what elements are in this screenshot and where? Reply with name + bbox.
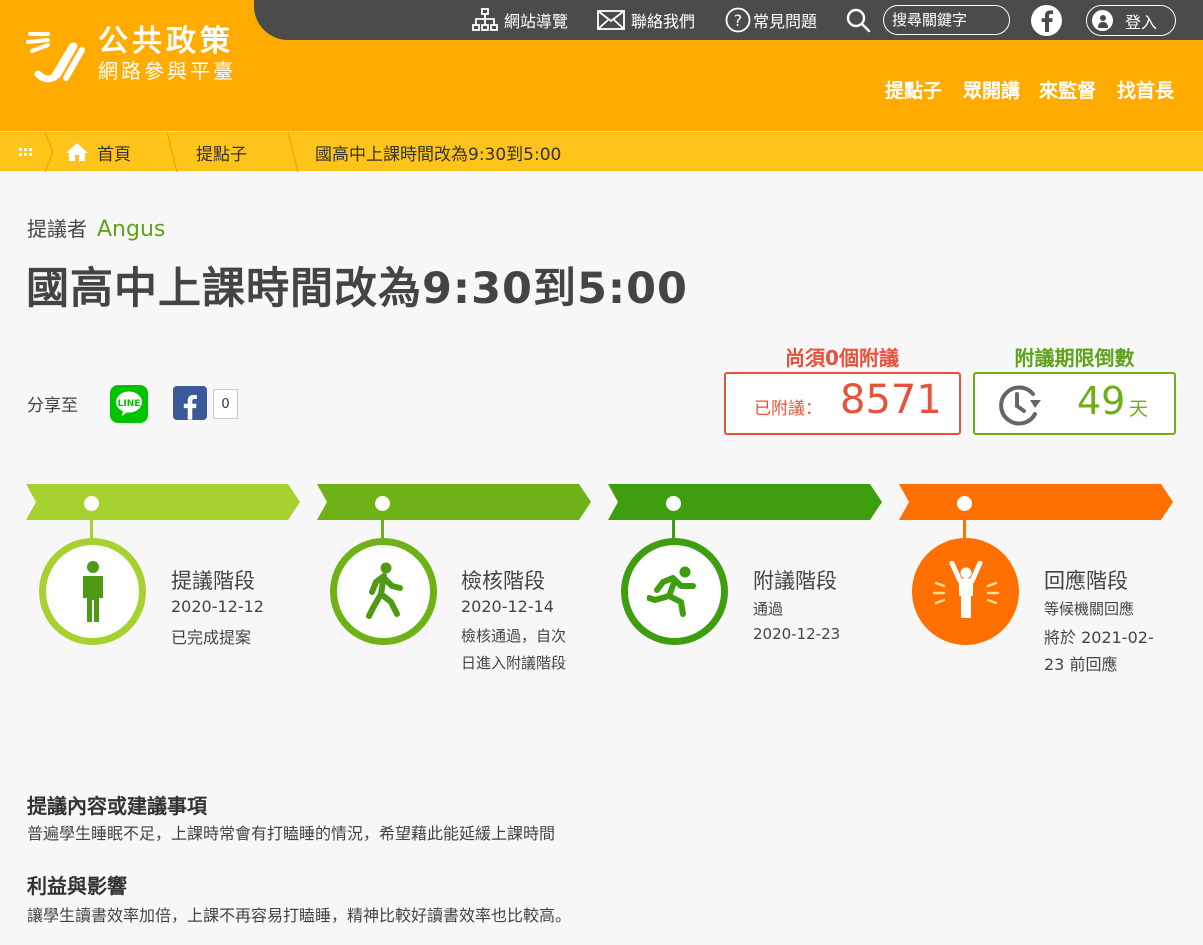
search-input[interactable]: [883, 5, 1010, 35]
line-icon: LINE: [116, 391, 142, 416]
share-facebook-button[interactable]: [173, 386, 207, 420]
stage-3-date: 2020-12-23: [753, 625, 841, 643]
stage-4-title: 回應階段: [1044, 569, 1128, 593]
logo-mark-icon: [26, 32, 85, 83]
stage-4-stem: [963, 519, 966, 540]
breadcrumb: 首頁 提點子 國高中上課時間改為9:30到5:00: [0, 131, 1203, 173]
days-unit: 天: [1129, 398, 1149, 420]
breadcrumb-divider: [287, 131, 299, 176]
proposer-name: Angus: [97, 217, 166, 242]
stage-4-due-2: 23 前回應: [1044, 655, 1118, 674]
question-icon: ?: [725, 7, 751, 33]
stage-4-status: 等候機關回應: [1044, 600, 1135, 618]
stage-1-status: 已完成提案: [171, 628, 252, 647]
nav-propose[interactable]: 提點子: [885, 76, 942, 103]
benefit-impact-title: 利益與影響: [27, 874, 127, 898]
seconded-label: 已附議：: [754, 399, 822, 419]
deadline-box: 49 天: [973, 372, 1176, 435]
stage-2-status: 檢核通過，自次: [461, 627, 567, 645]
page-title: 國高中上課時間改為9:30到5:00: [26, 264, 688, 314]
stage-1-dot: [84, 496, 99, 511]
facebook-share-count: 0: [213, 389, 238, 419]
breadcrumb-divider: [166, 131, 178, 176]
sitemap-link[interactable]: 網站導覽: [472, 6, 568, 34]
login-button[interactable]: 登入: [1086, 5, 1176, 36]
cheering-person-icon: [912, 538, 1019, 645]
remaining-seconds-label: 尚須0個附議: [785, 346, 899, 370]
mail-icon: [597, 10, 625, 30]
breadcrumb-divider: [44, 131, 54, 176]
proposal-content-text: 普遍學生睡眠不足，上課時常會有打瞌睡的情況，希望藉此能延緩上課時間: [27, 824, 556, 843]
stage-2-status-2: 日進入附議階段: [461, 654, 567, 672]
stage-1-title: 提議階段: [171, 569, 255, 593]
proposal-content-title: 提議內容或建議事項: [27, 794, 207, 818]
share-label: 分享至: [27, 396, 78, 416]
stage-3-status: 通過: [753, 600, 784, 618]
login-label: 登入: [1125, 12, 1158, 32]
stage-2-title: 檢核階段: [461, 569, 545, 593]
facebook-icon: [183, 394, 197, 420]
stage-4-due: 將於 2021-02-: [1044, 628, 1154, 647]
breadcrumb-home-label: 首頁: [97, 144, 131, 165]
facebook-link[interactable]: [1031, 5, 1062, 36]
breadcrumb-current: 國高中上課時間改為9:30到5:00: [315, 132, 561, 172]
stage-3-arrow: [608, 484, 882, 520]
home-icon: [66, 143, 88, 161]
svg-text:LINE: LINE: [118, 399, 141, 409]
stage-2-stem: [381, 519, 384, 540]
search-icon: [845, 7, 871, 33]
walking-person-icon: [330, 538, 437, 645]
proposer-label: 提議者: [27, 217, 87, 241]
stage-2-date: 2020-12-14: [461, 597, 554, 616]
stage-1-stem: [90, 519, 93, 540]
stage-4-dot: [957, 496, 972, 511]
stage-2-arrow: [317, 484, 591, 520]
breadcrumb-current-label: 國高中上課時間改為9:30到5:00: [315, 144, 562, 165]
seconded-count: 8571: [840, 377, 942, 423]
breadcrumb-propose-label: 提點子: [196, 144, 247, 165]
running-person-icon: [621, 538, 728, 645]
stage-3-title: 附議階段: [753, 569, 837, 593]
nav-supervise[interactable]: 來監督: [1039, 76, 1096, 103]
share-line-button[interactable]: LINE: [110, 385, 148, 423]
nav-discuss[interactable]: 眾開講: [963, 76, 1020, 103]
facebook-icon: [1041, 9, 1053, 32]
sitemap-label: 網站導覽: [504, 12, 569, 31]
seconded-count-box: 已附議： 8571: [724, 372, 961, 435]
sitemap-icon: [472, 8, 498, 32]
stage-1-arrow: [26, 484, 300, 520]
stage-1-date: 2020-12-12: [171, 597, 264, 616]
stage-3-stem: [672, 519, 675, 540]
breadcrumb-propose[interactable]: 提點子: [196, 132, 247, 172]
user-icon: [1092, 10, 1113, 31]
logo-subtitle: 網路參與平臺: [98, 59, 236, 83]
contact-label: 聯絡我們: [631, 12, 696, 31]
proposer: 提議者 Angus: [27, 213, 165, 242]
stage-3-dot: [666, 496, 681, 511]
svg-text:?: ?: [734, 11, 743, 30]
nav-find-mayor[interactable]: 找首長: [1117, 76, 1174, 103]
clock-countdown-icon: [999, 385, 1041, 426]
standing-person-icon: [39, 538, 146, 645]
site-header: 公共政策 網路參與平臺 網站導覽 聯絡我們 ? 常見問題 登入: [0, 0, 1203, 131]
faq-link[interactable]: ? 常見問題: [725, 6, 817, 34]
stage-4-arrow: [899, 484, 1173, 520]
breadcrumb-home[interactable]: 首頁: [65, 132, 131, 172]
days-left: 49: [1077, 379, 1126, 423]
stage-2-dot: [375, 496, 390, 511]
faq-label: 常見問題: [753, 12, 818, 31]
site-logo[interactable]: 公共政策 網路參與平臺: [24, 24, 236, 90]
contact-link[interactable]: 聯絡我們: [597, 6, 695, 34]
logo-title: 公共政策: [98, 24, 234, 59]
deadline-label: 附議期限倒數: [1014, 346, 1135, 370]
grid-menu-icon[interactable]: [19, 132, 33, 172]
benefit-impact-text: 讓學生讀書效率加倍，上課不再容易打瞌睡，精神比較好讀書效率也比較高。: [27, 906, 572, 925]
search-button[interactable]: [845, 6, 877, 34]
